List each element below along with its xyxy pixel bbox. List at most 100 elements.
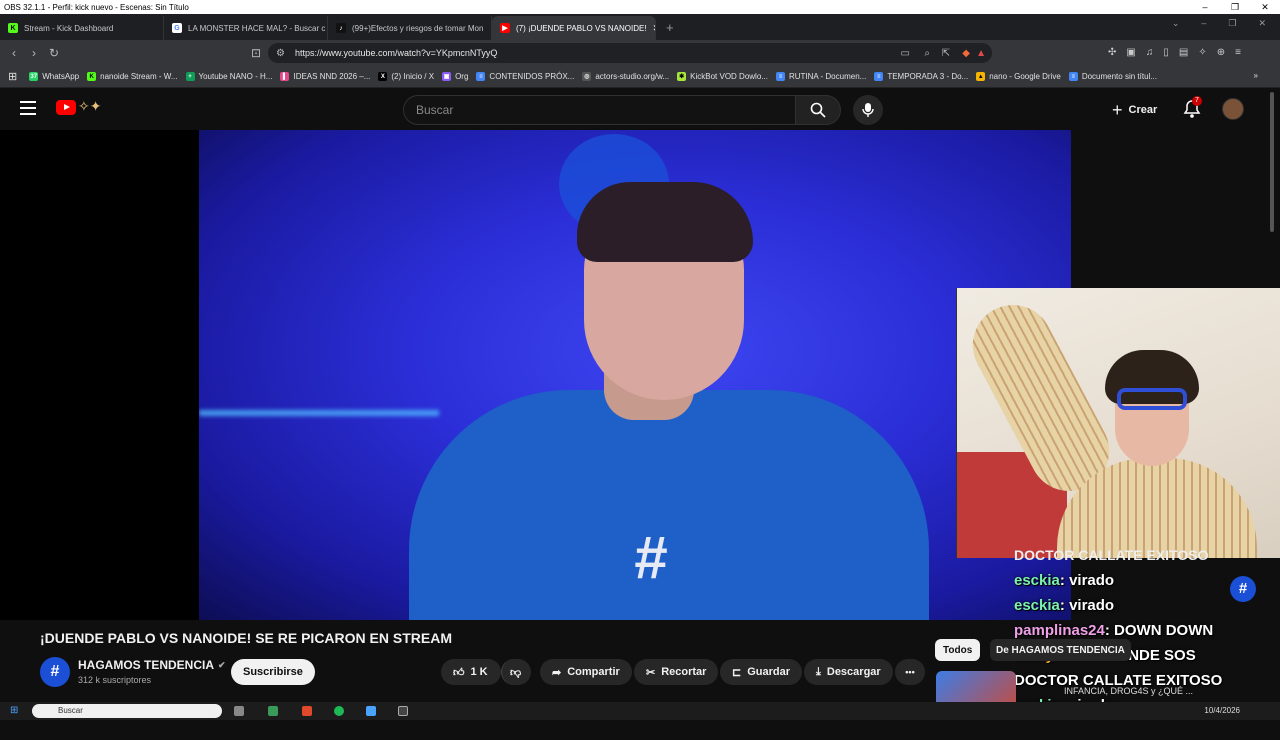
- kick-icon: K: [8, 23, 18, 33]
- chip-all[interactable]: Todos: [935, 639, 981, 661]
- taskbar-search-input[interactable]: Buscar: [32, 704, 222, 718]
- window-minimize-icon[interactable]: –: [1201, 18, 1206, 29]
- reload-icon[interactable]: ↻: [44, 46, 64, 60]
- window-restore-icon[interactable]: ❐: [1228, 18, 1236, 29]
- search-button[interactable]: [795, 95, 841, 125]
- tab-tiktok[interactable]: ♪ (99+)Efectos y riesgos de tomar Mon: [328, 16, 492, 40]
- spotify-icon[interactable]: [334, 706, 344, 716]
- tab-label: LA MONSTER HACE MAL? - Buscar c: [188, 23, 326, 33]
- related-video-title[interactable]: INFANCIA, DROG4S y ¿QUÉ ...: [1064, 686, 1193, 696]
- windows-taskbar: ⊞ Buscar 10/4/2026: [0, 702, 1280, 720]
- download-button[interactable]: ⤓ Descargar: [804, 659, 893, 685]
- tab-kick-dashboard[interactable]: K Stream - Kick Dashboard: [0, 16, 164, 40]
- extension-puzzle-icon[interactable]: ✣: [1108, 47, 1116, 58]
- obs-title-bar: OBS 32.1.1 - Perfil: kick nuevo - Escena…: [0, 0, 1280, 14]
- bookmark-google-drive[interactable]: ▲ nano - Google Drive: [976, 72, 1061, 81]
- tab-google-search[interactable]: G LA MONSTER HACE MAL? - Buscar c: [164, 16, 328, 40]
- forward-icon[interactable]: ›: [24, 46, 44, 60]
- cast-icon[interactable]: ▭: [901, 48, 910, 59]
- page-scrollbar[interactable]: [1270, 92, 1274, 232]
- subscribe-button[interactable]: Suscribirse: [231, 659, 315, 685]
- plus-icon: +: [1112, 99, 1123, 120]
- music-icon[interactable]: ♫: [1146, 47, 1154, 58]
- hamburger-menu-icon[interactable]: [20, 101, 36, 115]
- bookmark-x-inicio[interactable]: X (2) Inicio / X: [378, 72, 434, 81]
- docs-icon: ≡: [874, 72, 884, 81]
- wallet-icon[interactable]: ▤: [1179, 47, 1188, 58]
- bookmark-label: KickBot VOD Dowlo...: [690, 72, 768, 81]
- bookmark-rutina[interactable]: ≡ RUTINA - Documen...: [775, 72, 866, 81]
- more-actions-button[interactable]: •••: [895, 659, 925, 685]
- task-view-icon[interactable]: [234, 706, 244, 716]
- download-icon: ⤓: [816, 665, 821, 678]
- bookmark-actors-studio[interactable]: ◎ actors-studio.org/w...: [582, 72, 669, 81]
- org-icon: ▣: [442, 72, 452, 81]
- video-title: ¡DUENDE PABLO VS NANOIDE! SE RE PICARON …: [40, 630, 452, 646]
- thumbs-down-icon: 👎︎: [510, 666, 522, 679]
- new-tab-button[interactable]: +: [656, 16, 684, 40]
- share-icon[interactable]: ⇱: [942, 48, 950, 59]
- apps-grid-icon[interactable]: ⊞: [8, 70, 17, 83]
- led-strip-shape: [199, 410, 439, 416]
- share-button[interactable]: ➦ Compartir: [540, 659, 632, 685]
- brave-rewards-icon[interactable]: ▲: [976, 48, 986, 59]
- ai-sparkle-icon[interactable]: ✧: [1198, 47, 1206, 58]
- tab-label: Stream - Kick Dashboard: [24, 23, 114, 33]
- video-frame[interactable]: #: [199, 130, 1071, 620]
- save-button[interactable]: ⊏ Guardar: [720, 659, 803, 685]
- dislike-button[interactable]: 👎︎: [501, 659, 531, 685]
- sidebar-icon[interactable]: ▯: [1163, 47, 1169, 58]
- spreadsheet-app-icon[interactable]: [268, 706, 278, 716]
- bookmark-temporada-3[interactable]: ≡ TEMPORADA 3 - Do...: [874, 72, 968, 81]
- voice-search-button[interactable]: [853, 95, 883, 125]
- zoom-icon[interactable]: ⌕: [924, 48, 930, 59]
- docs-icon: ≡: [1068, 72, 1078, 81]
- clip-label: Recortar: [661, 666, 707, 678]
- kickbot-icon: ✱: [677, 72, 687, 81]
- clip-button[interactable]: ✂ Recortar: [634, 659, 719, 685]
- shirt-logo-icon: #: [634, 524, 668, 591]
- thumbs-up-icon: 👍︎: [453, 666, 465, 679]
- obs-taskbar-icon[interactable]: [398, 706, 408, 716]
- bookmark-page-icon[interactable]: ⊡: [246, 46, 266, 60]
- youtube-masthead: ✧✦ Buscar + Crear 7: [0, 88, 1280, 130]
- bookmark-ideas-nnd[interactable]: ▌ IDEAS NND 2026 –...: [280, 72, 370, 81]
- screenshot-icon[interactable]: ▣: [1126, 47, 1135, 58]
- channel-name[interactable]: HAGAMOS TENDENCIA ✔: [78, 658, 226, 672]
- site-info-icon[interactable]: ⚙: [276, 48, 285, 59]
- account-avatar[interactable]: [1222, 98, 1244, 120]
- maximize-button[interactable]: ❐: [1220, 0, 1250, 14]
- extensions-toolbar: ✣ ▣ ♫ ▯ ▤ ✧ ⊕ ≡: [1108, 47, 1241, 58]
- bookmark-nanoide-stream[interactable]: Knanoide Stream - W...: [87, 72, 178, 81]
- bookmark-whatsapp[interactable]: 37 WhatsApp: [29, 72, 79, 81]
- app-icon[interactable]: [366, 706, 376, 716]
- bookmark-contenidos[interactable]: ≡ CONTENIDOS PRÓX...: [476, 72, 574, 81]
- bookmark-documento-sin-titulo[interactable]: ≡ Documento sin títul...: [1068, 72, 1157, 81]
- like-button[interactable]: 👍︎ 1 K: [441, 659, 501, 685]
- more-bookmarks-icon[interactable]: »: [1254, 71, 1258, 80]
- close-button[interactable]: ✕: [1250, 0, 1280, 14]
- minimize-button[interactable]: –: [1190, 0, 1220, 14]
- tab-youtube-video[interactable]: ▶ (7) ¡DUENDE PABLO VS NANOIDE! ✕: [492, 16, 656, 40]
- tab-search-chevron-icon[interactable]: ⌄: [1172, 18, 1180, 29]
- create-label: Crear: [1128, 104, 1158, 116]
- brave-browser-icon[interactable]: [302, 706, 312, 716]
- channel-avatar[interactable]: #: [40, 657, 70, 687]
- drive-icon: ▲: [976, 72, 986, 81]
- window-close-icon[interactable]: ✕: [1258, 18, 1266, 29]
- back-icon[interactable]: ‹: [4, 46, 24, 60]
- brave-shield-icon[interactable]: ◆: [962, 48, 970, 59]
- url-field[interactable]: ⚙ https://www.youtube.com/watch?v=YKpmcn…: [268, 43, 992, 63]
- bookmark-kickbot[interactable]: ✱ KickBot VOD Dowlo...: [677, 72, 768, 81]
- windows-start-icon[interactable]: ⊞: [10, 705, 18, 716]
- vpn-icon[interactable]: ⊕: [1217, 47, 1225, 58]
- youtube-logo-icon[interactable]: [56, 100, 76, 115]
- bookmark-org[interactable]: ▣ Org: [442, 72, 468, 81]
- chip-from-channel[interactable]: De HAGAMOS TENDENCIA: [990, 639, 1131, 661]
- create-button[interactable]: + Crear: [1104, 95, 1165, 125]
- bookmark-youtube-nano[interactable]: + Youtube NANO - H...: [185, 72, 272, 81]
- chat-text: DOWN DOWN: [1114, 622, 1214, 639]
- menu-icon[interactable]: ≡: [1235, 47, 1241, 58]
- scissors-icon: ✂: [646, 666, 656, 679]
- search-input[interactable]: Buscar: [403, 95, 795, 125]
